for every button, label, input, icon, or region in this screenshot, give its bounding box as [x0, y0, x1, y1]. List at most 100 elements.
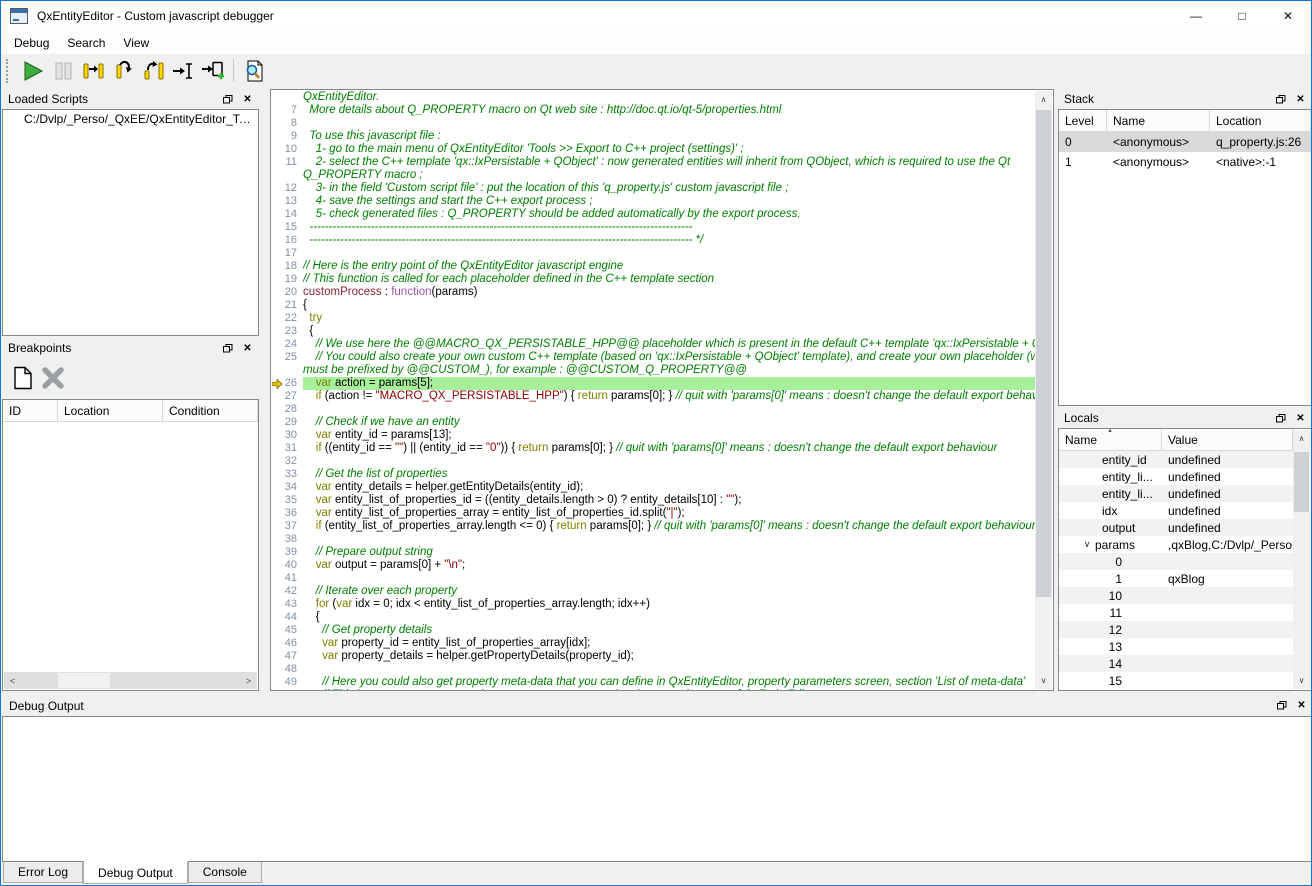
- code-line[interactable]: 12 3- in the field 'Custom script file' …: [271, 182, 1035, 195]
- loaded-scripts-list[interactable]: C:/Dvlp/_Perso/_QxEE/QxEntityEditor_Tes.…: [2, 109, 259, 336]
- breakpoints-table[interactable]: IDLocationCondition < >: [2, 399, 259, 691]
- line-number[interactable]: 50: [271, 689, 303, 691]
- line-number[interactable]: [271, 91, 303, 104]
- scroll-up-icon[interactable]: ∧: [1035, 91, 1052, 108]
- code-line[interactable]: 49 // Here you could also get property m…: [271, 676, 1035, 689]
- scrollbar-thumb[interactable]: [1036, 110, 1051, 597]
- line-number[interactable]: 7: [271, 104, 303, 117]
- delete-breakpoint-button[interactable]: [38, 365, 68, 392]
- line-number[interactable]: 36: [271, 507, 303, 520]
- column-header-name[interactable]: Name▲: [1059, 429, 1162, 450]
- run-to-cursor-button[interactable]: [168, 57, 198, 84]
- code-line[interactable]: 39 // Prepare output string: [271, 546, 1035, 559]
- line-number[interactable]: 43: [271, 598, 303, 611]
- code-line[interactable]: 15 -------------------------------------…: [271, 221, 1035, 234]
- code-line[interactable]: 32: [271, 455, 1035, 468]
- float-icon[interactable]: [1272, 411, 1289, 426]
- line-number[interactable]: 22: [271, 312, 303, 325]
- locals-row[interactable]: 0: [1059, 553, 1293, 570]
- column-header-condition[interactable]: Condition: [163, 400, 258, 421]
- line-number[interactable]: 40: [271, 559, 303, 572]
- tab-console[interactable]: Console: [188, 862, 262, 883]
- code-line[interactable]: 36 var entity_list_of_properties_array =…: [271, 507, 1035, 520]
- step-over-button[interactable]: [108, 57, 138, 84]
- code-line[interactable]: 16 -------------------------------------…: [271, 234, 1035, 247]
- minimize-button[interactable]: —: [1173, 1, 1219, 31]
- line-number[interactable]: 46: [271, 637, 303, 650]
- code-line[interactable]: 35 var entity_list_of_properties_id = ((…: [271, 494, 1035, 507]
- new-breakpoint-button[interactable]: [8, 365, 38, 392]
- line-number[interactable]: 21: [271, 299, 303, 312]
- line-number[interactable]: 35: [271, 494, 303, 507]
- line-number[interactable]: [271, 169, 303, 182]
- line-number[interactable]: 18: [271, 260, 303, 273]
- line-number[interactable]: 13: [271, 195, 303, 208]
- find-in-script-button[interactable]: [239, 57, 269, 84]
- scroll-down-icon[interactable]: ∨: [1293, 672, 1310, 689]
- line-number[interactable]: 25: [271, 351, 303, 364]
- code-line[interactable]: 14 5- check generated files : Q_PROPERTY…: [271, 208, 1035, 221]
- line-number[interactable]: 10: [271, 143, 303, 156]
- locals-row[interactable]: 10: [1059, 587, 1293, 604]
- column-header-id[interactable]: ID: [3, 400, 58, 421]
- code-line[interactable]: 17: [271, 247, 1035, 260]
- line-number[interactable]: 48: [271, 663, 303, 676]
- code-line[interactable]: 46 var property_id = entity_list_of_prop…: [271, 637, 1035, 650]
- code-line[interactable]: 9 To use this javascript file :: [271, 130, 1035, 143]
- float-icon[interactable]: [219, 341, 236, 356]
- code-line[interactable]: 19// This function is called for each pl…: [271, 273, 1035, 286]
- code-line[interactable]: 23 {: [271, 325, 1035, 338]
- line-number[interactable]: 31: [271, 442, 303, 455]
- interrupt-button[interactable]: [48, 57, 78, 84]
- locals-row[interactable]: 11: [1059, 604, 1293, 621]
- toolbar-drag-handle[interactable]: [6, 59, 13, 83]
- line-number[interactable]: 26: [271, 377, 303, 390]
- column-header-location[interactable]: Location: [1210, 110, 1311, 131]
- continue-button[interactable]: [18, 57, 48, 84]
- code-line[interactable]: 47 var property_details = helper.getProp…: [271, 650, 1035, 663]
- scroll-right-icon[interactable]: >: [240, 672, 257, 689]
- float-icon[interactable]: [219, 92, 236, 107]
- line-number[interactable]: 34: [271, 481, 303, 494]
- stack-row[interactable]: 1<anonymous><native>:-1: [1059, 152, 1311, 172]
- code-line[interactable]: 38: [271, 533, 1035, 546]
- locals-row[interactable]: entity_li...undefined: [1059, 485, 1293, 502]
- scrollbar-thumb[interactable]: [58, 673, 110, 688]
- column-header-location[interactable]: Location: [58, 400, 163, 421]
- column-header-value[interactable]: Value: [1162, 429, 1293, 450]
- code-line[interactable]: 48: [271, 663, 1035, 676]
- scroll-left-icon[interactable]: <: [4, 672, 21, 689]
- chevron-down-icon[interactable]: ∨: [1079, 539, 1095, 550]
- locals-row[interactable]: 12: [1059, 621, 1293, 638]
- maximize-button[interactable]: □: [1219, 1, 1265, 31]
- line-number[interactable]: 16: [271, 234, 303, 247]
- code-line[interactable]: 33 // Get the list of properties: [271, 468, 1035, 481]
- breakpoints-hscrollbar[interactable]: < >: [4, 672, 257, 689]
- locals-vscrollbar[interactable]: ∧ ∨: [1293, 430, 1310, 689]
- step-out-button[interactable]: [138, 57, 168, 84]
- float-icon[interactable]: [1272, 92, 1289, 107]
- line-number[interactable]: 30: [271, 429, 303, 442]
- line-number[interactable]: 32: [271, 455, 303, 468]
- locals-row[interactable]: outputundefined: [1059, 519, 1293, 536]
- locals-row[interactable]: 14: [1059, 655, 1293, 672]
- line-number[interactable]: 49: [271, 676, 303, 689]
- code-line[interactable]: 44 {: [271, 611, 1035, 624]
- close-icon[interactable]: ✕: [1292, 92, 1309, 107]
- scroll-down-icon[interactable]: ∨: [1035, 672, 1052, 689]
- code-editor[interactable]: QxEntityEditor.7 More details about Q_PR…: [270, 89, 1054, 691]
- code-line[interactable]: 18// Here is the entry point of the QxEn…: [271, 260, 1035, 273]
- line-number[interactable]: 41: [271, 572, 303, 585]
- line-number[interactable]: 28: [271, 403, 303, 416]
- code-line[interactable]: 20customProcess : function(params): [271, 286, 1035, 299]
- code-line[interactable]: 7 More details about Q_PROPERTY macro on…: [271, 104, 1035, 117]
- locals-row[interactable]: 13: [1059, 638, 1293, 655]
- code-line[interactable]: 31 if ((entity_id == "") || (entity_id =…: [271, 442, 1035, 455]
- line-number[interactable]: 47: [271, 650, 303, 663]
- code-line[interactable]: 45 // Get property details: [271, 624, 1035, 637]
- code-line[interactable]: QxEntityEditor.: [271, 91, 1035, 104]
- column-header-name[interactable]: Name: [1107, 110, 1210, 131]
- code-line[interactable]: Q_PROPERTY macro ;: [271, 169, 1035, 182]
- stack-row[interactable]: 0<anonymous>q_property.js:26: [1059, 132, 1311, 152]
- code-line[interactable]: 27 if (action != "MACRO_QX_PERSISTABLE_H…: [271, 390, 1035, 403]
